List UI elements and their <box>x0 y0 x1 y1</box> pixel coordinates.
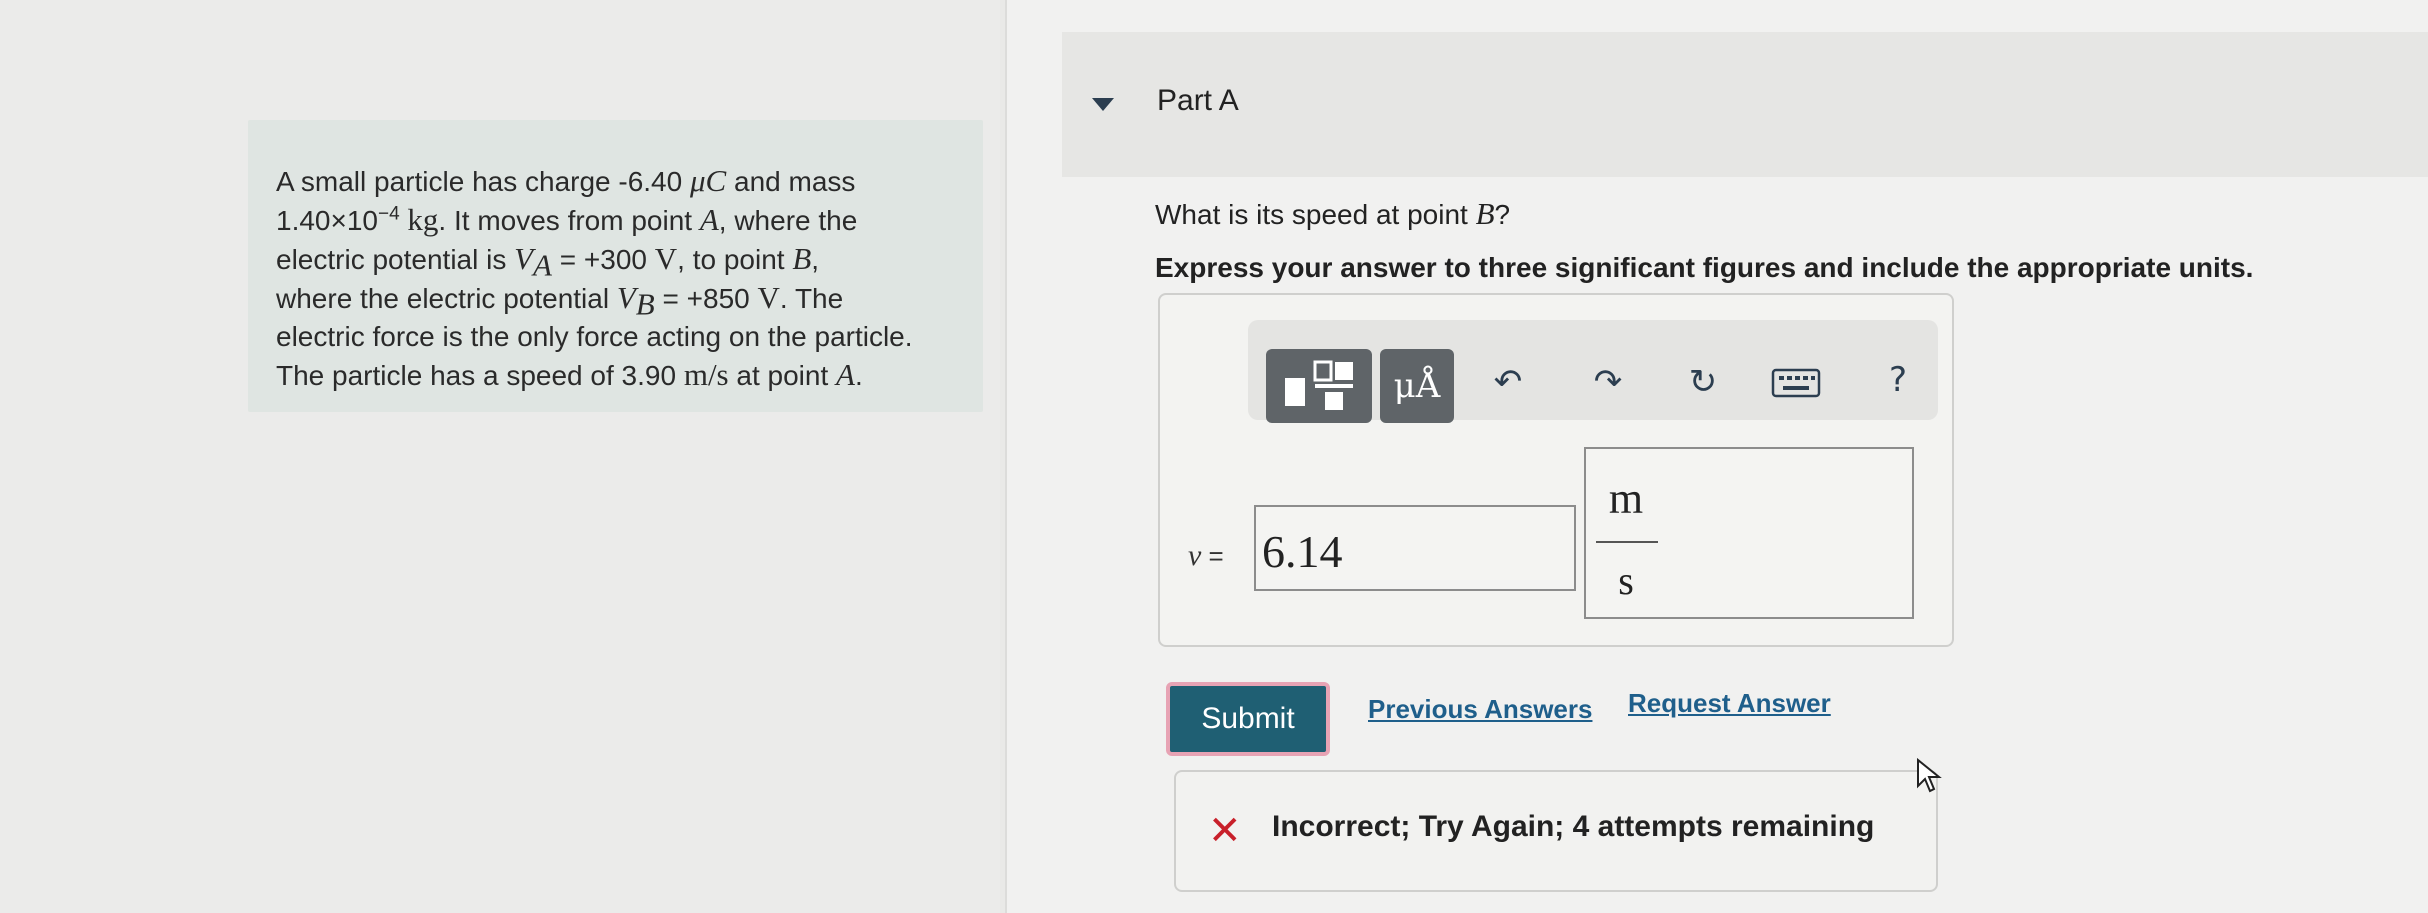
redo-icon[interactable]: ↷ <box>1583 352 1633 412</box>
unit-numerator: m <box>1608 474 1644 523</box>
part-header[interactable]: Part A <box>1062 32 2428 177</box>
undo-icon[interactable]: ↶ <box>1483 352 1533 412</box>
problem-line-6: The particle has a speed of 3.90 m/s at … <box>276 357 863 392</box>
problem-line-5: electric force is the only force acting … <box>276 321 913 352</box>
templates-icon <box>1285 360 1353 410</box>
units-button[interactable]: μÅ <box>1380 349 1454 423</box>
problem-line-3: electric potential is VA = +300 V, to po… <box>276 241 820 283</box>
variable-label: v = <box>1188 539 1224 572</box>
problem-statement: A small particle has charge -6.40 μC and… <box>248 120 983 412</box>
answer-panel: μÅ ↶ ↷ ↻ ? v = 6.14 m s <box>1158 293 1954 647</box>
previous-answers-link[interactable]: Previous Answers <box>1368 694 1592 725</box>
fraction-bar <box>1596 541 1658 543</box>
question-text: What is its speed at point B? <box>1155 196 1511 231</box>
problem-line-4: where the electric potential VB = +850 V… <box>276 280 844 322</box>
instruction-text: Express your answer to three significant… <box>1155 252 2254 283</box>
feedback-message: Incorrect; Try Again; 4 attempts remaini… <box>1272 810 1875 843</box>
problem-line-1: A small particle has charge -6.40 μC and… <box>276 163 856 198</box>
mouse-cursor-icon <box>1917 758 1942 793</box>
reset-icon[interactable]: ↻ <box>1673 352 1733 412</box>
help-button[interactable]: ? <box>1873 350 1923 410</box>
part-title: Part A <box>1157 84 1239 117</box>
collapse-toggle-icon[interactable] <box>1092 98 1114 111</box>
math-toolbar: μÅ ↶ ↷ ↻ ? <box>1248 320 1938 423</box>
answer-value-input[interactable]: 6.14 <box>1254 505 1576 591</box>
error-icon: ✕ <box>1208 808 1242 854</box>
submit-button[interactable]: Submit <box>1166 682 1330 756</box>
request-answer-link[interactable]: Request Answer <box>1628 688 1831 719</box>
problem-line-2: 1.40×10−4 kg. It moves from point A, whe… <box>276 202 858 237</box>
keyboard-icon[interactable] <box>1768 358 1824 408</box>
unit-denominator: s <box>1618 558 1634 603</box>
answer-unit-input[interactable]: m s <box>1584 447 1914 619</box>
keyboard-glyph <box>1771 368 1821 398</box>
templates-button[interactable] <box>1266 349 1372 423</box>
feedback-box: ✕ Incorrect; Try Again; 4 attempts remai… <box>1174 770 1938 892</box>
